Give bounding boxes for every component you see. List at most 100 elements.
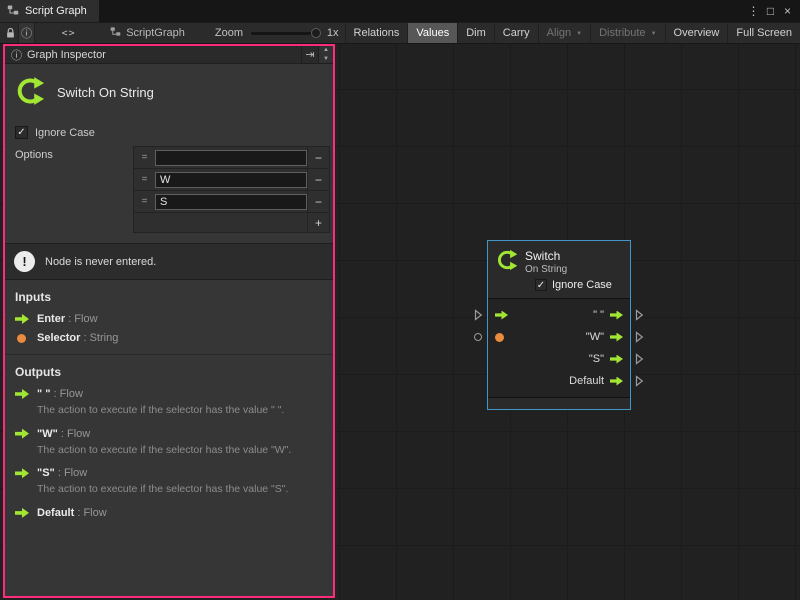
- outputs-header: Outputs: [5, 355, 333, 384]
- node-ignore-case-checkbox[interactable]: ✓: [535, 279, 547, 291]
- option-input-0[interactable]: [155, 150, 307, 166]
- node-port-row: "W": [488, 326, 630, 348]
- overview-button[interactable]: Overview: [665, 23, 728, 43]
- switch-icon: [15, 76, 45, 109]
- port-name: Default: [37, 507, 74, 519]
- flow-output-port-icon[interactable]: [610, 377, 623, 386]
- chevron-down-icon: ▼: [576, 31, 582, 37]
- flow-output-port-icon[interactable]: [610, 311, 623, 320]
- node-port-row: " ": [488, 304, 630, 326]
- tab-script-graph[interactable]: Script Graph: [0, 0, 99, 22]
- add-option-button[interactable]: +: [307, 213, 329, 232]
- values-button[interactable]: Values: [407, 23, 457, 43]
- options-label: Options: [15, 146, 133, 161]
- check-icon: ✓: [17, 127, 25, 138]
- graph-toolbar: ⓘ <> ScriptGraph Zoom 1x Relations Value…: [0, 22, 800, 44]
- remove-option-button[interactable]: −: [307, 191, 329, 212]
- flow-output-port-icon[interactable]: [610, 355, 623, 364]
- scroll-spinner[interactable]: ▲ ▼: [318, 46, 333, 63]
- align-button[interactable]: Align ▼: [538, 23, 590, 43]
- warning-banner: ! Node is never entered.: [5, 243, 333, 280]
- external-value-port-icon[interactable]: [474, 333, 482, 341]
- carry-button[interactable]: Carry: [494, 23, 538, 43]
- options-list-footer: +: [134, 213, 329, 232]
- zoom-value: 1x: [327, 27, 339, 39]
- kebab-menu-icon[interactable]: ⋮: [745, 2, 762, 20]
- relations-button[interactable]: Relations: [345, 23, 408, 43]
- port-name: Enter: [37, 313, 65, 325]
- inputs-header: Inputs: [5, 280, 333, 309]
- node-port-row: Default: [488, 370, 630, 392]
- external-flow-port-icon[interactable]: [635, 353, 644, 365]
- flow-input-port-icon[interactable]: [495, 311, 508, 320]
- flow-output-port-icon[interactable]: [610, 333, 623, 342]
- output-port-row: "S" : Flow: [5, 463, 333, 482]
- input-port-row: Selector : String: [5, 328, 333, 347]
- scroll-down-icon[interactable]: ▼: [319, 55, 333, 64]
- node-footer: [488, 398, 630, 409]
- close-icon[interactable]: ×: [779, 2, 796, 20]
- output-port-label: Default: [569, 375, 604, 387]
- info-icon: ⓘ: [21, 25, 32, 41]
- flow-port-icon: [15, 468, 29, 478]
- fullscreen-button[interactable]: Full Screen: [727, 23, 800, 43]
- switch-on-string-node[interactable]: Switch On String ✓ Ignore Case " ": [487, 240, 631, 410]
- port-type: : String: [83, 332, 118, 344]
- zoom-slider-handle[interactable]: [311, 28, 321, 38]
- toolbar-buttons: Relations Values Dim Carry Align ▼ Distr…: [345, 23, 800, 43]
- external-flow-port-icon[interactable]: [635, 309, 644, 321]
- port-type: : Flow: [61, 428, 90, 440]
- flow-port-icon: [15, 508, 29, 518]
- unity-script-graph-window: Script Graph ⋮ □ × ⓘ <> ScriptGraph Zoom…: [0, 0, 800, 600]
- inspector-toggle-button[interactable]: ⓘ: [18, 23, 35, 43]
- port-type: : Flow: [54, 388, 83, 400]
- node-port-row: "S": [488, 348, 630, 370]
- selector-input-port-icon[interactable]: [495, 333, 504, 342]
- drag-handle-icon[interactable]: =: [134, 191, 155, 212]
- external-flow-port-icon[interactable]: [635, 331, 644, 343]
- port-name: "W": [37, 428, 58, 440]
- ignore-case-checkbox[interactable]: ✓: [15, 126, 28, 139]
- code-preview-icon[interactable]: <>: [59, 23, 78, 43]
- option-input-2[interactable]: [155, 194, 307, 210]
- inspector-fields: ✓ Ignore Case Options = − = −: [5, 122, 333, 243]
- flow-port-icon: [15, 314, 29, 324]
- option-row: = −: [134, 169, 329, 191]
- maximize-icon[interactable]: □: [762, 2, 779, 20]
- drag-handle-icon[interactable]: =: [134, 147, 155, 168]
- node-titles: Switch On String: [525, 249, 567, 275]
- inspector-header-controls: ⇥ ▲ ▼: [301, 46, 333, 63]
- flow-port-icon: [15, 429, 29, 439]
- external-flow-port-icon[interactable]: [474, 309, 483, 321]
- port-description: The action to execute if the selector ha…: [5, 403, 333, 424]
- graph-reference[interactable]: ScriptGraph: [110, 26, 185, 40]
- distribute-button[interactable]: Distribute ▼: [590, 23, 664, 43]
- port-type: : Flow: [68, 313, 97, 325]
- node-ignore-case-row: ✓ Ignore Case: [488, 275, 630, 298]
- node-subtitle: On String: [525, 264, 567, 275]
- align-label: Align: [547, 27, 571, 39]
- options-list: = − = − = − +: [133, 146, 330, 233]
- string-port-icon: [17, 334, 26, 343]
- node-header: Switch On String: [488, 241, 630, 275]
- remove-option-button[interactable]: −: [307, 147, 329, 168]
- drag-handle-icon[interactable]: =: [134, 169, 155, 190]
- output-port-row: Default : Flow: [5, 503, 333, 522]
- lock-icon[interactable]: [2, 23, 18, 43]
- outputs-section: Outputs " " : Flow The action to execute…: [5, 355, 333, 522]
- remove-option-button[interactable]: −: [307, 169, 329, 190]
- node-ignore-case-label: Ignore Case: [552, 279, 612, 291]
- dock-icon[interactable]: ⇥: [301, 46, 318, 63]
- output-port-row: " " : Flow: [5, 384, 333, 403]
- external-flow-port-icon[interactable]: [635, 375, 644, 387]
- option-input-1[interactable]: [155, 172, 307, 188]
- inspector-header: ⓘ Graph Inspector ⇥ ▲ ▼: [5, 46, 333, 64]
- zoom-slider[interactable]: [251, 32, 319, 35]
- port-name: " ": [37, 388, 51, 400]
- dim-button[interactable]: Dim: [457, 23, 494, 43]
- option-row: = −: [134, 147, 329, 169]
- inspector-node-title: Switch On String: [57, 85, 154, 100]
- scroll-up-icon[interactable]: ▲: [319, 46, 333, 55]
- port-name: Selector: [37, 332, 80, 344]
- graph-name-label: ScriptGraph: [126, 27, 185, 39]
